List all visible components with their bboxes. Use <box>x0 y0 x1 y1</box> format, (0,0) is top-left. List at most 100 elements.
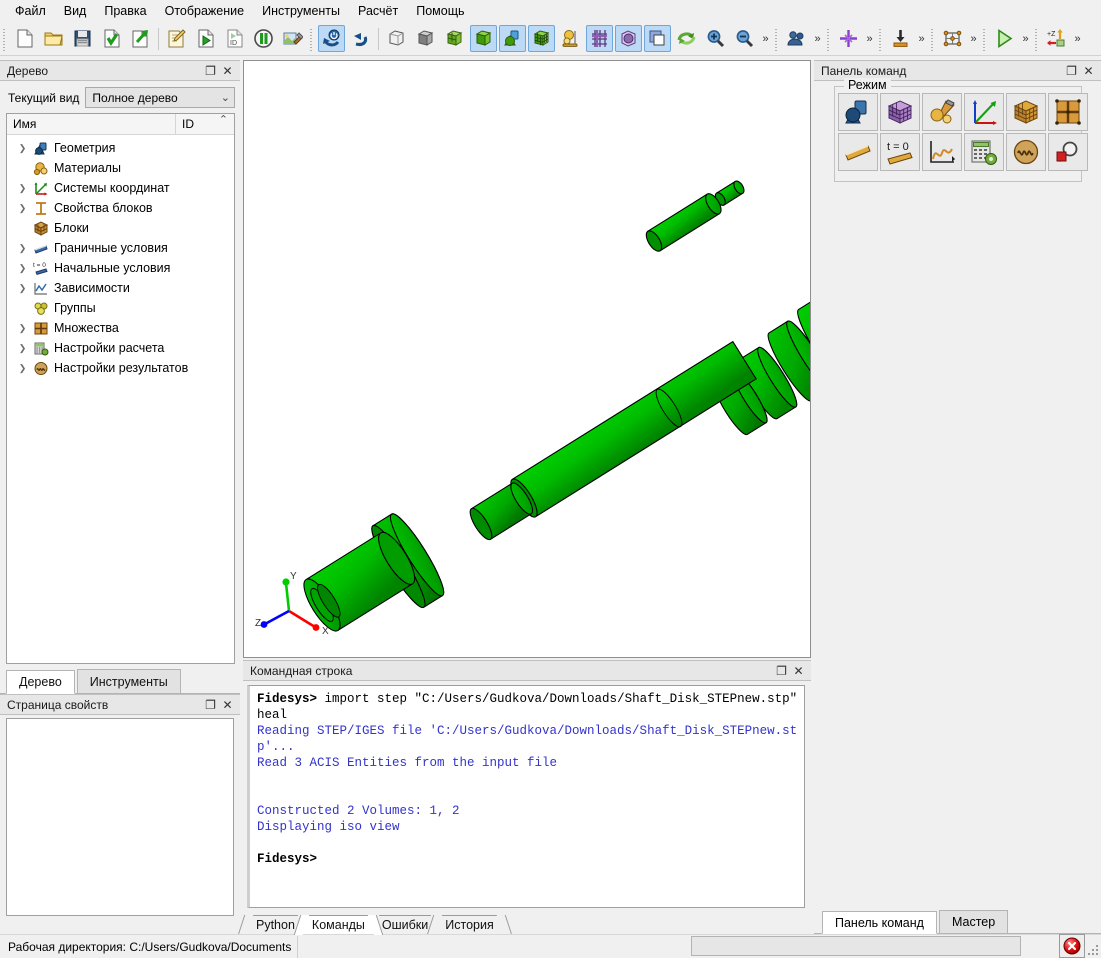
tree-item-boundary-conditions[interactable]: ❯ Граничные условия <box>7 238 234 258</box>
tree-item-groups[interactable]: Группы <box>7 298 234 318</box>
expand-arrow-icon[interactable]: ❯ <box>15 363 30 374</box>
toolbar-overflow-button[interactable]: » <box>863 25 876 52</box>
shaded-wireframe-icon[interactable] <box>441 25 468 52</box>
import-icon[interactable] <box>98 25 125 52</box>
toolbar-overflow-button[interactable]: » <box>811 25 824 52</box>
tree-widget[interactable]: Имя ID ⌃ ❯ Геометрия Материалы ❯ Системы… <box>6 113 235 664</box>
refresh-view-icon[interactable] <box>673 25 700 52</box>
hidden-line-icon[interactable] <box>412 25 439 52</box>
menu-edit[interactable]: Правка <box>95 1 155 21</box>
expand-arrow-icon[interactable]: ❯ <box>15 263 30 274</box>
open-folder-icon[interactable] <box>40 25 67 52</box>
sets-mode-icon[interactable] <box>1048 93 1088 131</box>
solver-settings-mode-icon[interactable] <box>964 133 1004 171</box>
tab-errors[interactable]: Ошибки <box>372 915 438 934</box>
tree-item-dependencies[interactable]: ❯ Зависимости <box>7 278 234 298</box>
toolbar-overflow-button[interactable]: » <box>967 25 980 52</box>
current-view-select[interactable]: Полное дерево ⌄ <box>85 87 235 108</box>
tree-item-result-settings[interactable]: ❯ Настройки результатов <box>7 358 234 378</box>
close-icon[interactable]: ✕ <box>219 62 236 79</box>
materials-mode-icon[interactable] <box>922 93 962 131</box>
plus-z-view-icon[interactable]: +Z <box>1043 25 1070 52</box>
toolbar-drag-handle[interactable] <box>1 25 8 52</box>
mesh-mode-icon[interactable] <box>880 93 920 131</box>
tab-tree[interactable]: Дерево <box>6 670 75 694</box>
build-icon[interactable] <box>279 25 306 52</box>
mesh-nodes-icon[interactable] <box>939 25 966 52</box>
undock-icon[interactable]: ❐ <box>773 662 790 679</box>
toolbar-drag-handle[interactable] <box>929 25 936 52</box>
tree-item-materials[interactable]: Материалы <box>7 158 234 178</box>
zoom-in-icon[interactable] <box>702 25 729 52</box>
boundary-conditions-mode-icon[interactable] <box>838 133 878 171</box>
edit-journal-icon[interactable] <box>163 25 190 52</box>
results-mode-icon[interactable] <box>1006 133 1046 171</box>
toolbar-overflow-button[interactable]: » <box>759 25 772 52</box>
expand-arrow-icon[interactable]: ❯ <box>15 243 30 254</box>
command-output-area[interactable]: Fidesys> import step "C:/Users/Gudkova/D… <box>247 685 805 908</box>
tab-wizard[interactable]: Мастер <box>938 910 1009 933</box>
tab-command-panel[interactable]: Панель команд <box>822 911 937 934</box>
geometry-mode-icon[interactable] <box>838 93 878 131</box>
pause-icon[interactable] <box>250 25 277 52</box>
resize-grip-icon[interactable] <box>1087 944 1099 956</box>
grid-icon[interactable] <box>586 25 613 52</box>
expand-arrow-icon[interactable]: ❯ <box>15 283 30 294</box>
expand-arrow-icon[interactable]: ❯ <box>15 343 30 354</box>
expand-arrow-icon[interactable]: ❯ <box>15 323 30 334</box>
clip-plane-icon[interactable] <box>644 25 671 52</box>
journal-id-icon[interactable]: ID <box>221 25 248 52</box>
smooth-shade-icon[interactable] <box>499 25 526 52</box>
export-icon[interactable] <box>127 25 154 52</box>
undock-icon[interactable]: ❐ <box>202 696 219 713</box>
tree-item-blocks[interactable]: Блоки <box>7 218 234 238</box>
mesh-shaded-icon[interactable] <box>528 25 555 52</box>
menu-display[interactable]: Отображение <box>156 1 253 21</box>
3d-viewport[interactable]: X Y Z <box>243 60 811 658</box>
shaded-icon[interactable] <box>470 25 497 52</box>
toolbar-drag-handle[interactable] <box>308 25 315 52</box>
undo-icon[interactable] <box>347 25 374 52</box>
close-icon[interactable]: ✕ <box>219 696 236 713</box>
reset-icon[interactable] <box>318 25 345 52</box>
transparency-icon[interactable] <box>615 25 642 52</box>
tree-item-geometry[interactable]: ❯ Геометрия <box>7 138 234 158</box>
expand-arrow-icon[interactable]: ❯ <box>15 203 30 214</box>
dependencies-mode-icon[interactable] <box>922 133 962 171</box>
tree-item-block-properties[interactable]: ❯ Свойства блоков <box>7 198 234 218</box>
close-icon[interactable]: ✕ <box>1080 62 1097 79</box>
close-icon[interactable]: ✕ <box>790 662 807 679</box>
toolbar-overflow-button[interactable]: » <box>1071 25 1084 52</box>
menu-view[interactable]: Вид <box>55 1 96 21</box>
tree-item-initial-conditions[interactable]: ❯ t = 0 Начальные условия <box>7 258 234 278</box>
new-document-icon[interactable] <box>11 25 38 52</box>
abort-button[interactable] <box>1059 934 1085 958</box>
groups-icon[interactable] <box>783 25 810 52</box>
toolbar-drag-handle[interactable] <box>773 25 780 52</box>
menu-tools[interactable]: Инструменты <box>253 1 349 21</box>
column-header-name[interactable]: Имя <box>7 114 176 134</box>
properties-content-area[interactable] <box>6 718 234 916</box>
play-journal-icon[interactable] <box>192 25 219 52</box>
initial-conditions-mode-icon[interactable]: t = 0 <box>880 133 920 171</box>
postprocessor-mode-icon[interactable] <box>1048 133 1088 171</box>
save-icon[interactable] <box>69 25 96 52</box>
toolbar-drag-handle[interactable] <box>825 25 832 52</box>
tab-history[interactable]: История <box>436 915 503 934</box>
expand-arrow-icon[interactable]: ❯ <box>15 183 30 194</box>
coordinate-mode-icon[interactable] <box>964 93 1004 131</box>
run-play-icon[interactable] <box>991 25 1018 52</box>
tab-tools[interactable]: Инструменты <box>76 669 181 693</box>
expand-arrow-icon[interactable]: ❯ <box>15 143 30 154</box>
toolbar-overflow-button[interactable]: » <box>915 25 928 52</box>
menu-file[interactable]: Файл <box>6 1 55 21</box>
menu-calc[interactable]: Расчёт <box>349 1 407 21</box>
zoom-out-icon[interactable] <box>731 25 758 52</box>
menu-help[interactable]: Помощь <box>407 1 473 21</box>
undock-icon[interactable]: ❐ <box>1063 62 1080 79</box>
toolbar-drag-handle[interactable] <box>1033 25 1040 52</box>
toolbar-overflow-button[interactable]: » <box>1019 25 1032 52</box>
blocks-mode-icon[interactable] <box>1006 93 1046 131</box>
crosshair-icon[interactable] <box>835 25 862 52</box>
tab-commands[interactable]: Команды <box>302 915 374 934</box>
